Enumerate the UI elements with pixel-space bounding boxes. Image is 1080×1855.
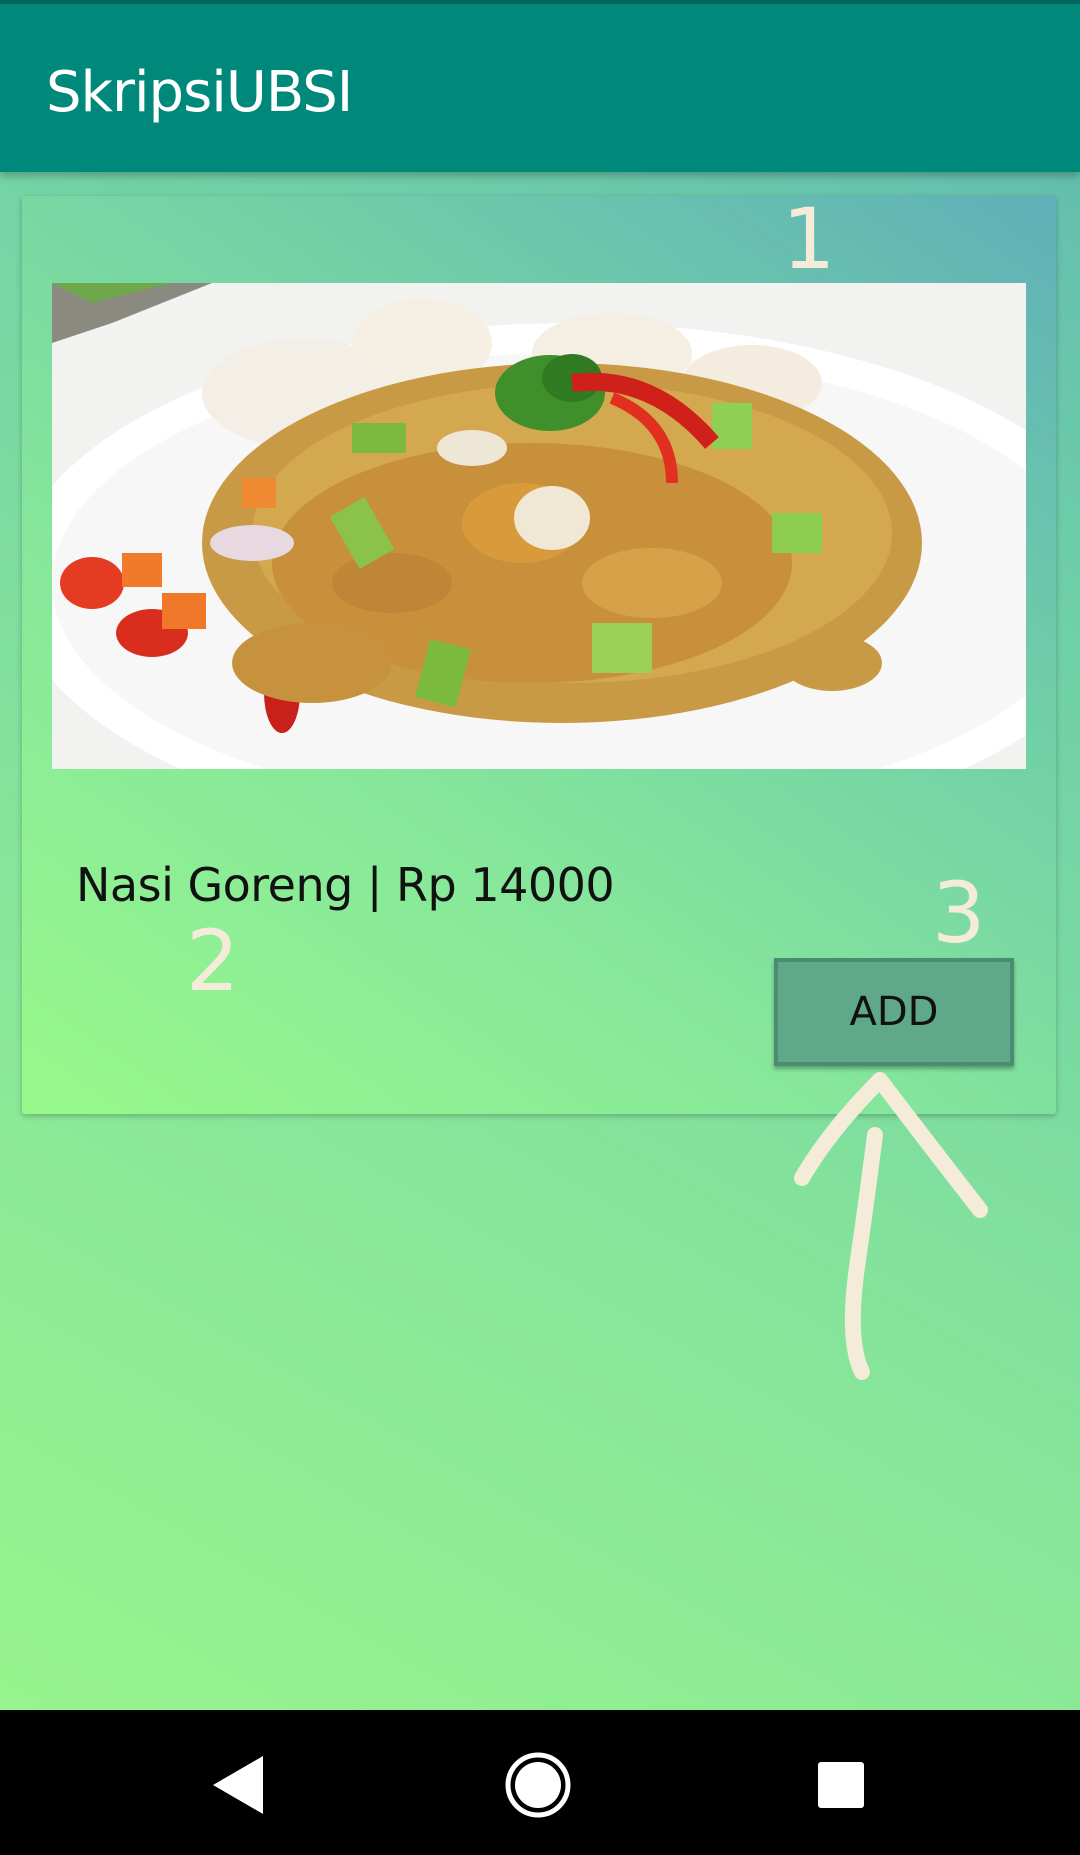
- item-title: Nasi Goreng | Rp 14000: [76, 858, 615, 912]
- app-title: SkripsiUBSI: [46, 60, 353, 125]
- annotation-number-2: 2: [186, 912, 240, 1010]
- annotation-number-3: 3: [932, 864, 986, 962]
- app-bar: SkripsiUBSI: [0, 4, 1080, 172]
- back-triangle-icon[interactable]: [205, 1750, 275, 1820]
- home-circle-icon[interactable]: [503, 1750, 573, 1820]
- food-image: [52, 283, 1026, 769]
- fried-rice-photo: [52, 283, 1026, 769]
- system-navigation-bar: [0, 1710, 1080, 1855]
- add-button[interactable]: ADD: [774, 958, 1014, 1066]
- arrow-up-icon: [794, 1072, 988, 1380]
- recents-square-icon[interactable]: [806, 1750, 876, 1820]
- annotation-number-1: 1: [782, 190, 836, 288]
